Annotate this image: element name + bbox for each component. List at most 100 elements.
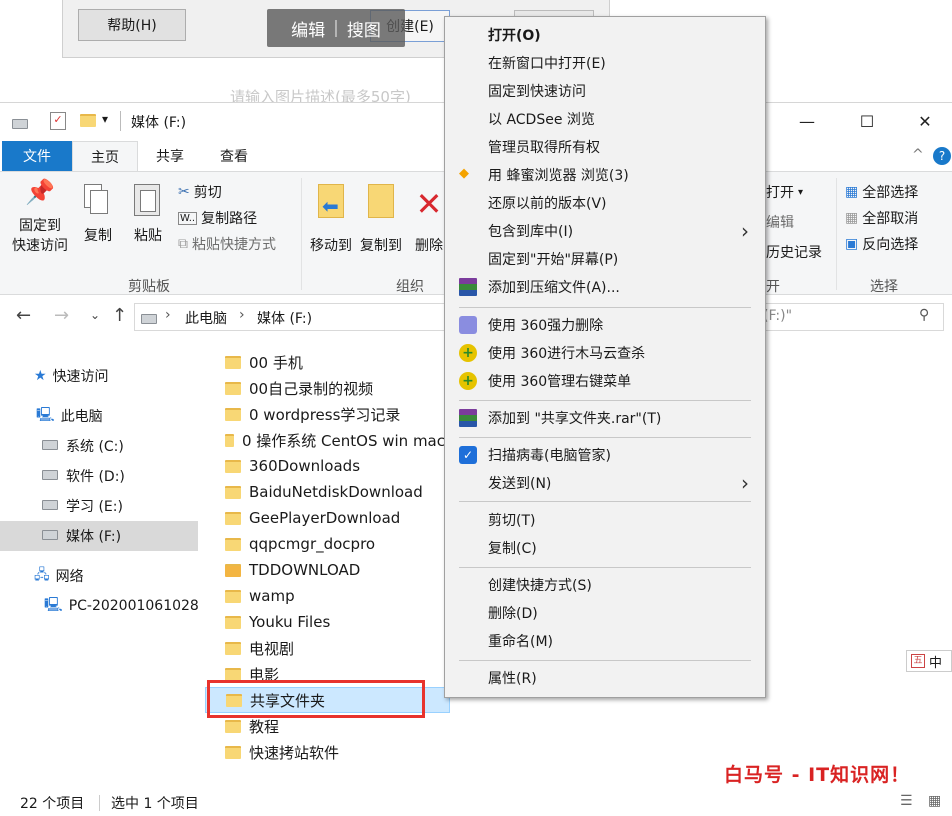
file-name: 快速拷站软件 [249,743,340,762]
menu-360-delete[interactable]: 使用 360强力删除 [447,311,763,339]
close-button[interactable]: ✕ [902,103,948,139]
menu-send-to[interactable]: 发送到(N) › [447,469,763,497]
list-item[interactable]: 快速拷站软件 [205,739,450,765]
breadcrumb-this-pc[interactable]: 此电脑 [185,308,227,328]
move-to-button[interactable]: ⬅ 移动到 [306,182,356,256]
menu-360-manage[interactable]: + 使用 360管理右键菜单 [447,367,763,395]
list-item[interactable]: TDDOWNLOAD [205,557,450,583]
quick-access-toolbar-caret[interactable]: ▾ [102,112,108,126]
help-icon[interactable]: ? [933,147,951,165]
select-all-label: 全部选择 [862,185,919,201]
list-item[interactable]: qqpcmgr_docpro [205,531,450,557]
list-item[interactable]: 00 手机 [205,349,450,375]
menu-pin-quick-access[interactable]: 固定到快速访问 [447,77,763,105]
open-button[interactable]: 打开 ▾ [766,180,803,204]
nav-drive-c[interactable]: 系统 (C:) [0,431,198,461]
ime-indicator[interactable]: 五 中 [906,650,952,672]
paste-shortcut-icon: ⧉ [178,236,188,252]
list-item[interactable]: 360Downloads [205,453,450,479]
menu-rename[interactable]: 重命名(M) [447,627,763,655]
ribbon-collapse-icon[interactable]: ^ [912,147,924,163]
select-none-icon: ▦ [845,210,859,226]
list-item[interactable]: 电视剧 [205,635,450,661]
back-arrow-icon[interactable]: ← [16,305,31,326]
star-icon: ★ [34,368,47,384]
nav-network[interactable]: 🖧 网络 [0,561,198,591]
nav-drive-d[interactable]: 软件 (D:) [0,461,198,491]
select-none-button[interactable]: ▦ 全部取消 [845,206,918,230]
list-item[interactable]: BaiduNetdiskDownload [205,479,450,505]
forward-arrow-icon[interactable]: → [54,305,69,326]
edit-tool[interactable]: 编辑 [291,16,325,41]
nav-quick-access[interactable]: ★ 快速访问 [0,361,198,391]
list-item[interactable]: 00自己录制的视频 [205,375,450,401]
edit-button[interactable]: 编辑 [766,210,794,234]
search-icon[interactable]: ⚲ [919,307,929,323]
nav-drive-f[interactable]: 媒体 (F:) [0,521,198,551]
menu-add-rar[interactable]: 添加到 "共享文件夹.rar"(T) [447,404,763,432]
pin-quick-access-button[interactable]: 📌 固定到 快速访问 [8,180,72,256]
menu-copy[interactable]: 复制(C) [447,534,763,562]
winrar-icon [459,278,477,296]
menu-open[interactable]: 打开(O) [447,21,763,49]
menu-honey-browser[interactable]: ◆ 用 蜂蜜浏览器 浏览(3) [447,161,763,189]
menu-label: 还原以前的版本(V) [488,196,607,212]
nav-drive-e[interactable]: 学习 (E:) [0,491,198,521]
list-item[interactable]: 0 操作系统 CentOS win mac [205,427,445,453]
copy-button[interactable]: 复制 [76,182,120,246]
menu-delete[interactable]: 删除(D) [447,599,763,627]
maximize-button[interactable]: ☐ [844,103,890,139]
history-label: 历史记录 [766,245,822,261]
properties-icon[interactable]: ✓ [50,112,66,130]
list-item[interactable]: GeePlayerDownload [205,505,450,531]
menu-create-shortcut[interactable]: 创建快捷方式(S) [447,571,763,599]
address-bar[interactable]: › 此电脑 › 媒体 (F:) [134,303,446,331]
menu-label: 使用 360进行木马云查杀 [488,346,646,362]
menu-take-ownership[interactable]: 管理员取得所有权 [447,133,763,161]
menu-scan-virus[interactable]: ✓ 扫描病毒(电脑管家) [447,441,763,469]
menu-360-scan[interactable]: + 使用 360进行木马云查杀 [447,339,763,367]
copy-to-button[interactable]: 复制到 [356,182,406,256]
menu-separator [459,307,751,308]
menu-separator [459,660,751,661]
image-search-tool[interactable]: 搜图 [347,16,381,41]
menu-label: 删除(D) [488,606,538,622]
search-box[interactable]: (F:)" ⚲ [754,303,944,331]
minimize-button[interactable]: — [784,103,830,139]
menu-restore-versions[interactable]: 还原以前的版本(V) [447,189,763,217]
selected-count: 选中 1 个项目 [111,796,199,812]
delete-button[interactable]: ✕ 删除 [412,182,446,256]
list-item[interactable]: Youku Files [205,609,450,635]
breadcrumb-media[interactable]: 媒体 (F:) [257,308,312,328]
menu-include-library[interactable]: 包含到库中(I) › [447,217,763,245]
nav-this-pc[interactable]: 🖳 此电脑 [0,401,198,431]
details-view-icon[interactable]: ☰ [900,793,913,809]
history-button[interactable]: 历史记录 [766,240,822,264]
status-bar: 22 个项目 选中 1 个项目 ☰ ▦ [0,791,952,816]
cut-button[interactable]: ✂ 剪切 [178,180,222,204]
list-item[interactable]: 0 wordpress学习记录 [205,401,450,427]
large-icons-view-icon[interactable]: ▦ [928,793,941,809]
menu-pin-start[interactable]: 固定到"开始"屏幕(P) [447,245,763,273]
tab-view[interactable]: 查看 [204,141,264,171]
paste-label: 粘贴 [134,228,162,244]
menu-acdsee[interactable]: 以 ACDSee 浏览 [447,105,763,133]
nav-pc-node[interactable]: 🖳 PC-202001061028 [0,591,198,621]
new-folder-icon[interactable] [80,114,96,131]
paste-shortcut-button[interactable]: ⧉ 粘贴快捷方式 [178,232,276,256]
tab-share[interactable]: 共享 [140,141,200,171]
menu-open-new-window[interactable]: 在新窗口中打开(E) [447,49,763,77]
paste-button[interactable]: 粘贴 [124,182,172,246]
select-all-button[interactable]: ▦ 全部选择 [845,180,918,204]
copy-path-button[interactable]: W.. 复制路径 [178,206,257,230]
tab-home[interactable]: 主页 [72,141,138,171]
up-arrow-icon[interactable]: ↑ [112,305,127,326]
menu-properties[interactable]: 属性(R) [447,664,763,692]
recent-locations-caret[interactable]: ⌄ [90,308,100,322]
menu-add-archive[interactable]: 添加到压缩文件(A)... [447,273,763,301]
list-item[interactable]: wamp [205,583,450,609]
menu-cut[interactable]: 剪切(T) [447,506,763,534]
tab-file[interactable]: 文件 [2,141,72,171]
invert-selection-button[interactable]: ▣ 反向选择 [845,232,918,256]
help-button[interactable]: 帮助(H) [78,9,186,41]
